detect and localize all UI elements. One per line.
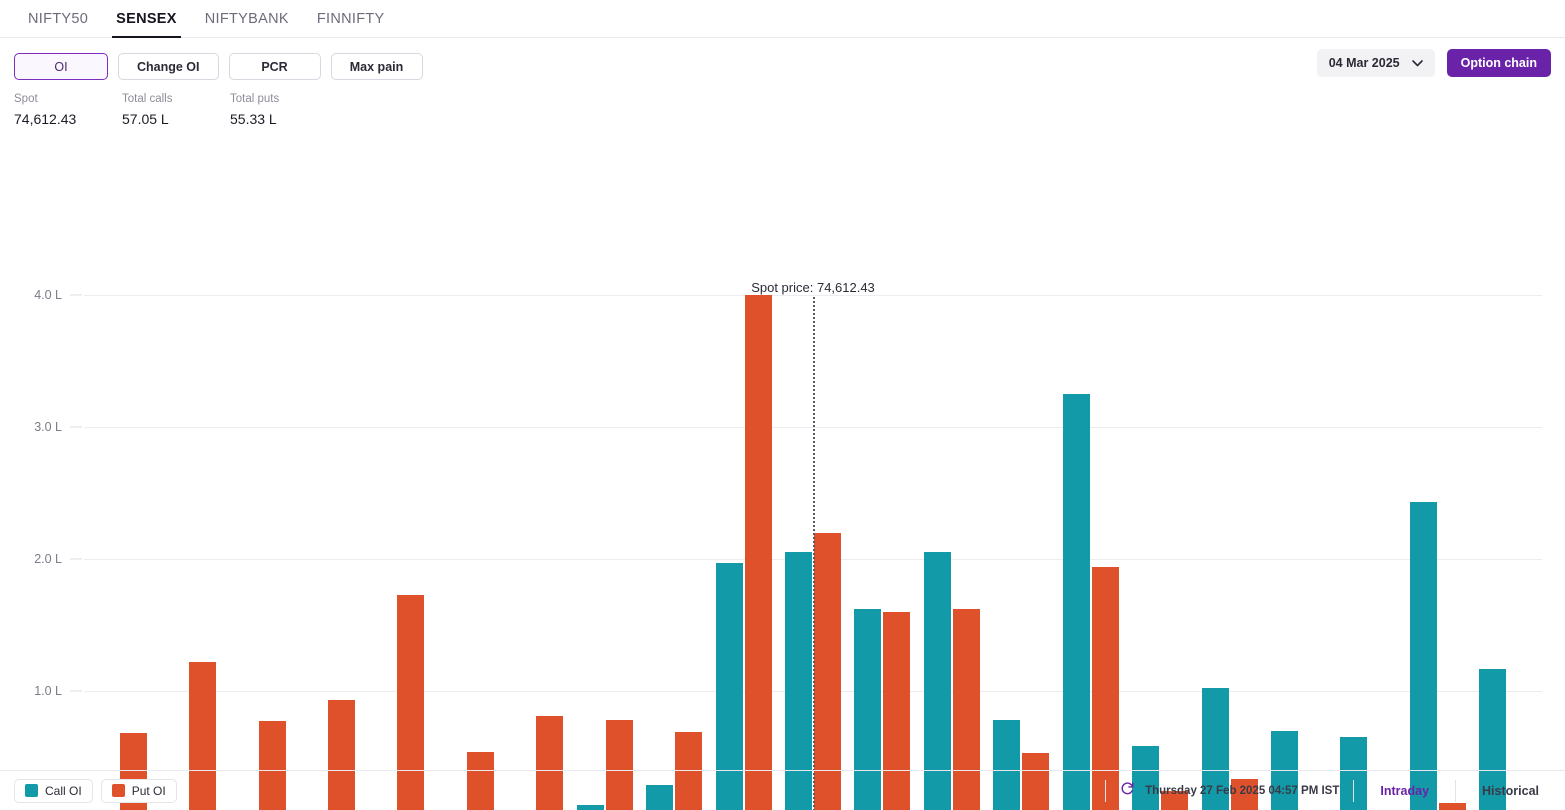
range-button-historical[interactable]: Historical	[1470, 784, 1551, 798]
call-oi-bar[interactable]	[1062, 394, 1090, 810]
y-tick-label: 4.0 L	[34, 288, 62, 302]
stat-total-puts-label: Total puts	[230, 93, 280, 105]
spot-price-label: Spot price: 74,612.43	[751, 280, 875, 295]
legend-label-put-oi: Put OI	[131, 783, 166, 798]
gridline	[84, 295, 1542, 296]
put-oi-bar[interactable]	[744, 295, 772, 810]
stat-spot-value: 74,612.43	[14, 111, 77, 127]
stat-total-calls-value: 57.05 L	[122, 111, 169, 127]
put-oi-color-swatch	[111, 784, 125, 797]
legend-label-call-oi: Call OI	[45, 783, 82, 798]
stat-total-puts: Total puts 55.33 L	[230, 92, 338, 129]
mode-toolbar: OI Change OI PCR Max pain 04 Mar 2025 Op…	[0, 38, 1565, 84]
stat-total-calls-label: Total calls	[122, 93, 173, 105]
toolbar-right-group: 04 Mar 2025 Option chain	[1316, 49, 1551, 77]
spot-price-line	[813, 297, 815, 810]
call-oi-color-swatch	[25, 784, 38, 797]
range-button-intraday[interactable]: Intraday	[1368, 784, 1441, 798]
footer-divider-2	[1353, 779, 1355, 802]
option-chain-button[interactable]: Option chain	[1446, 49, 1551, 77]
stat-spot: Spot 74,612.43	[14, 92, 122, 129]
y-tick-label: 3.0 L	[34, 420, 62, 434]
expiry-date-dropdown[interactable]: 04 Mar 2025	[1316, 49, 1435, 77]
index-tab-sensex[interactable]: SENSEX	[102, 11, 191, 38]
y-tick-label: 1.0 L	[34, 684, 62, 698]
y-tick-mark	[70, 558, 82, 560]
stat-total-calls: Total calls 57.05 L	[122, 92, 230, 129]
refresh-group: Thursday 27 Feb 2025 04:57 PM IST	[1120, 781, 1339, 801]
oi-chart: 01.0 L2.0 L3.0 L4.0 L 73,60073,70073,800…	[0, 135, 1565, 810]
put-oi-bar[interactable]	[814, 533, 841, 810]
mode-button-change-oi[interactable]: Change OI	[118, 53, 219, 80]
y-tick-label: 2.0 L	[34, 552, 62, 566]
legend-item-put-oi[interactable]: Put OI	[100, 778, 177, 803]
legend-item-call-oi[interactable]: Call OI	[14, 778, 93, 803]
refresh-icon[interactable]	[1120, 781, 1135, 801]
mode-button-pcr[interactable]: PCR	[228, 53, 321, 80]
last-updated-timestamp: Thursday 27 Feb 2025 04:57 PM IST	[1145, 784, 1340, 797]
chart-footer: Call OI Put OI Thursday 27 Feb 2025 04:5…	[0, 770, 1565, 810]
index-tab-nifty50[interactable]: NIFTY50	[14, 11, 102, 37]
footer-right-group: Thursday 27 Feb 2025 04:57 PM IST Intrad…	[1091, 779, 1551, 803]
summary-stats: Spot 74,612.43 Total calls 57.05 L Total…	[0, 84, 1565, 129]
chevron-down-icon	[1411, 59, 1423, 67]
y-tick-mark	[70, 690, 82, 692]
index-tabs: NIFTY50 SENSEX NIFTYBANK FINNIFTY	[0, 0, 1565, 38]
y-tick-mark	[70, 294, 82, 296]
index-tab-niftybank[interactable]: NIFTYBANK	[191, 11, 303, 37]
index-tab-finnifty[interactable]: FINNIFTY	[303, 11, 399, 37]
chart-legend: Call OI Put OI	[14, 778, 177, 803]
y-tick-mark	[70, 426, 82, 428]
stat-total-puts-value: 55.33 L	[230, 111, 277, 127]
expiry-date-value: 04 Mar 2025	[1328, 56, 1400, 70]
footer-divider-1	[1105, 779, 1107, 802]
mode-button-max-pain[interactable]: Max pain	[330, 53, 423, 80]
stat-spot-label: Spot	[14, 93, 38, 105]
call-oi-bar[interactable]	[1409, 502, 1437, 810]
mode-button-oi[interactable]: OI	[14, 53, 108, 80]
footer-divider-3	[1455, 779, 1457, 802]
